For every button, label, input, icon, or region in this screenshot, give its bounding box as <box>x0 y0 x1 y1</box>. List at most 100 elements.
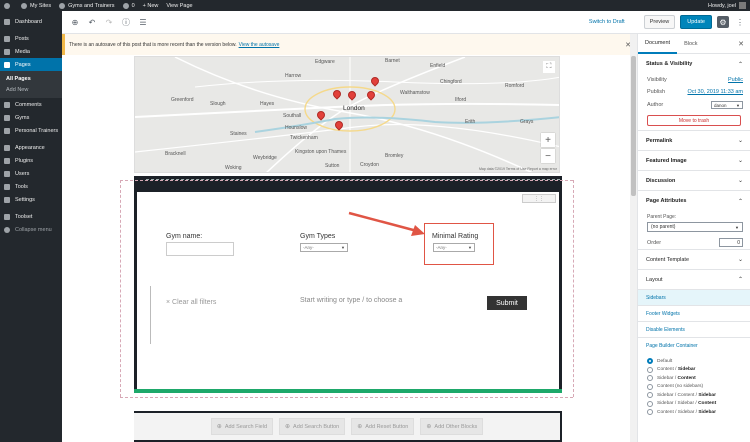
add-search-button-button[interactable]: ⊕ Add Search Button <box>279 418 346 435</box>
settings-toggle-button[interactable]: ⚙ <box>717 16 729 28</box>
plus-icon: ⊕ <box>285 424 291 430</box>
publish-date-link[interactable]: Oct 30, 2019 11:33 am <box>687 89 743 95</box>
move-to-trash-button[interactable]: Move to trash <box>647 115 741 126</box>
parent-page-label: Parent Page: <box>647 214 677 220</box>
sidebar-item-gyms[interactable]: Gyms <box>0 111 62 124</box>
sidebar-item-personal-trainers[interactable]: Personal Trainers <box>0 124 62 137</box>
plus-icon: ⊕ <box>426 424 432 430</box>
view-autosave-link[interactable]: View the autosave <box>239 42 280 48</box>
add-other-blocks-button[interactable]: ⊕ Add Other Blocks <box>420 418 484 435</box>
map-zoom-out-button[interactable]: − <box>541 149 555 163</box>
submenu-all-pages[interactable]: All Pages <box>0 73 62 84</box>
my-sites-link[interactable]: My Sites <box>17 2 55 9</box>
add-blocks-row: ⊕ Add Search Field ⊕ Add Search Button ⊕ Ad… <box>134 413 560 440</box>
pages-submenu: All Pages Add New <box>0 71 62 98</box>
sidebar-item-comments[interactable]: Comments <box>0 98 62 111</box>
layout-radio-content-no-sidebars[interactable]: Content (no sidebars) <box>638 383 750 392</box>
account-menu[interactable]: Howdy, joel <box>708 2 750 9</box>
block-navigation-button[interactable]: ☰ <box>136 15 150 29</box>
add-reset-button-button[interactable]: ⊕ Add Reset Button <box>351 418 415 435</box>
block-toolbar[interactable]: ⋮⋮ <box>522 194 556 203</box>
plus-circle-icon: ⊕ <box>71 17 79 27</box>
comment-icon <box>4 101 10 108</box>
layout-radio-sidebar-sidebar-content[interactable]: Sidebar / Sidebar / Content <box>638 400 750 409</box>
caret-down-icon: ▼ <box>735 224 739 230</box>
sidebar-item-users[interactable]: Users <box>0 167 62 180</box>
site-name-link[interactable]: Gyms and Trainers <box>55 2 118 9</box>
layout-item-page-builder-container[interactable]: Page Builder Container <box>638 338 750 354</box>
layout-radio-content-sidebar[interactable]: Content / Sidebar <box>638 366 750 375</box>
layout-panel-toggle[interactable]: Layout ⌃ <box>638 270 750 290</box>
wordpress-logo-button[interactable] <box>0 2 17 9</box>
layout-radio-sidebar-content[interactable]: Sidebar / Content <box>638 374 750 383</box>
sidebar-item-dashboard[interactable]: Dashboard <box>0 15 62 28</box>
content-template-panel-toggle[interactable]: Content Template ⌄ <box>638 250 750 270</box>
block-left-border <box>150 286 151 344</box>
sidebar-item-tools[interactable]: Tools <box>0 180 62 193</box>
redo-button[interactable]: ↷ <box>102 15 116 29</box>
tab-block[interactable]: Block <box>677 34 704 54</box>
map-credit: Map data ©2019 Terms of Use Report a map… <box>479 167 557 171</box>
update-button[interactable]: Update <box>680 15 712 29</box>
editor-scrollbar-thumb[interactable] <box>631 56 636 196</box>
clear-all-filters-link[interactable]: × Clear all filters <box>166 299 216 306</box>
switch-to-draft-button[interactable]: Switch to Draft <box>589 19 625 25</box>
add-block-button[interactable]: ⊕ <box>68 15 82 29</box>
map-label-kingston: Kingston upon Thames <box>295 149 347 155</box>
more-options-button[interactable]: ⋮ <box>734 16 746 28</box>
sidebar-item-pages[interactable]: Pages <box>0 58 62 71</box>
visibility-link[interactable]: Public <box>728 77 743 83</box>
view-page-link[interactable]: View Page <box>162 3 196 9</box>
featured-image-panel-toggle[interactable]: Featured Image ⌄ <box>638 151 750 171</box>
tab-document[interactable]: Document <box>638 34 678 54</box>
gym-types-select[interactable]: -Any- ▼ <box>300 243 348 252</box>
sidebar-item-settings[interactable]: Settings <box>0 193 62 206</box>
layout-item-sidebars[interactable]: Sidebars <box>638 290 750 306</box>
map-fullscreen-button[interactable]: ⛶ <box>543 61 555 73</box>
content-info-button[interactable]: ⓘ <box>119 15 133 29</box>
parent-page-select[interactable]: (no parent) ▼ <box>647 222 743 232</box>
sidebar-item-appearance[interactable]: Appearance <box>0 141 62 154</box>
layout-radio-default[interactable]: Default <box>638 357 750 366</box>
layout-item-footer-widgets[interactable]: Footer Widgets <box>638 306 750 322</box>
comments-link[interactable]: 0 <box>119 2 139 9</box>
sidebar-item-media[interactable]: Media <box>0 45 62 58</box>
map-zoom-in-button[interactable]: + <box>541 133 555 147</box>
block-inserter-hint[interactable]: Start writing or type / to choose a <box>300 297 402 304</box>
gym-name-input[interactable] <box>166 242 234 256</box>
order-row: Order 0 <box>638 236 750 250</box>
comment-icon <box>122 2 129 9</box>
sidebar-item-posts[interactable]: Posts <box>0 32 62 45</box>
map-label-harrow: Harrow <box>285 73 302 79</box>
permalink-panel-toggle[interactable]: Permalink ⌄ <box>638 131 750 151</box>
discussion-panel-toggle[interactable]: Discussion ⌄ <box>638 171 750 191</box>
new-content-link[interactable]: + New <box>139 3 163 9</box>
notice-text: There is an autosave of this post that i… <box>69 41 237 48</box>
map-label-edgware: Edgware <box>315 59 335 65</box>
radio-icon <box>647 400 653 407</box>
layout-guide <box>120 397 573 398</box>
users-icon <box>4 170 10 177</box>
gear-icon: ⚙ <box>719 17 727 27</box>
admin-sidebar: Dashboard Posts Media Pages All Pages Ad… <box>0 11 62 442</box>
layout-radio-sidebar-content-sidebar[interactable]: Sidebar / Content / Sidebar <box>638 391 750 400</box>
page-attributes-panel-toggle[interactable]: Page Attributes ⌃ <box>638 191 750 211</box>
layout-item-disable-elements[interactable]: Disable Elements <box>638 322 750 338</box>
add-search-field-button[interactable]: ⊕ Add Search Field <box>210 418 274 435</box>
sidebar-item-plugins[interactable]: Plugins <box>0 154 62 167</box>
editor-toolbar: ⊕ ↶ ↷ ⓘ ☰ Switch to Draft Preview Update… <box>62 11 750 34</box>
undo-button[interactable]: ↶ <box>85 15 99 29</box>
publish-row: Publish Oct 30, 2019 11:33 am <box>647 89 743 95</box>
preview-button[interactable]: Preview <box>643 15 676 29</box>
status-visibility-panel-toggle[interactable]: Status & Visibility ⌃ <box>638 54 750 74</box>
layout-radio-content-sidebar-sidebar[interactable]: Content / Sidebar / Sidebar <box>638 408 750 417</box>
info-icon: ⓘ <box>122 17 130 27</box>
submit-button[interactable]: Submit <box>487 296 527 310</box>
sidebar-item-toolset[interactable]: Toolset <box>0 210 62 223</box>
sidebar-collapse-menu[interactable]: Collapse menu <box>0 223 62 236</box>
submenu-add-new[interactable]: Add New <box>0 84 62 95</box>
author-select[interactable]: danon ▼ <box>711 101 743 109</box>
close-settings-button[interactable]: ✕ <box>738 40 744 48</box>
order-input[interactable]: 0 <box>719 238 743 247</box>
map-block[interactable]: Edgware Barnet Enfield Chingford Harrow … <box>134 56 560 173</box>
